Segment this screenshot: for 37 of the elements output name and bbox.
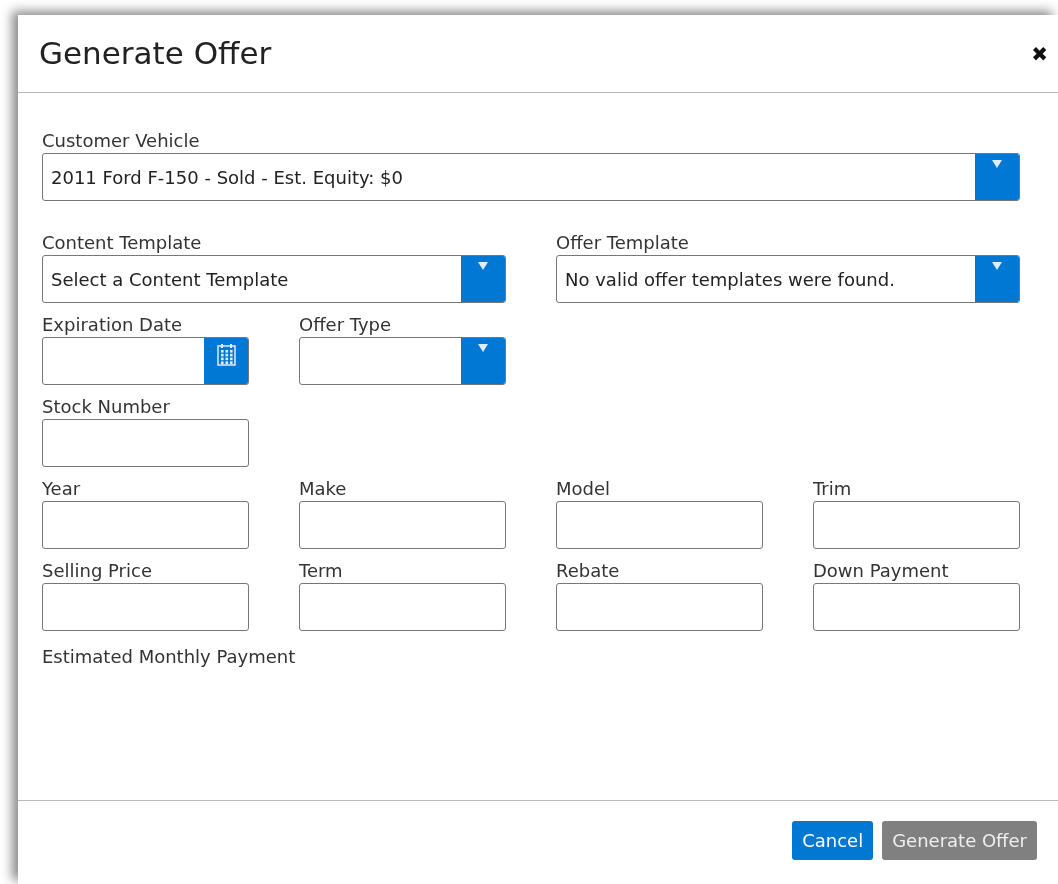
field-label: Term [299,561,344,581]
cancel-button[interactable]: Cancel [792,821,874,860]
field-label: Customer Vehicle [42,131,201,151]
caret-icon [992,262,1002,270]
field-label: Make [299,479,348,499]
input-field[interactable] [299,583,506,631]
input-field[interactable] [813,583,1020,631]
caret-icon [478,262,488,270]
field-label: Down Payment [813,561,950,581]
field-label: Offer Template [556,233,690,253]
caret-icon [478,344,488,352]
field-label: Model [556,479,612,499]
close-button[interactable]: ✖ [1031,43,1048,64]
caret-icon [992,160,1002,168]
input-field[interactable] [556,501,763,549]
dialog-title: Generate Offer [39,34,272,73]
input-field[interactable] [556,583,763,631]
dropdown[interactable]: 2011 Ford F-150 - Sold - Est. Equity: $0 [42,153,1020,201]
field-label: Stock Number [42,397,171,417]
input-field[interactable] [299,501,506,549]
dropdown[interactable] [299,337,506,385]
field-label: Year [42,479,82,499]
date-field[interactable] [42,337,249,385]
field-label: Offer Type [299,315,393,335]
field-label: Trim [813,479,853,499]
input-field[interactable] [42,419,249,467]
input-field[interactable] [813,501,1020,549]
field-label: Rebate [556,561,621,581]
field-label: Expiration Date [42,315,184,335]
dropdown[interactable]: Select a Content Template [42,255,506,303]
field-label: Selling Price [42,561,153,581]
calendar-icon [216,344,236,366]
dropdown[interactable]: No valid offer templates were found. [556,255,1020,303]
field-label: Content Template [42,233,203,253]
estimate-label: Estimated Monthly Payment [42,645,297,669]
input-field[interactable] [42,501,249,549]
input-field[interactable] [42,583,249,631]
